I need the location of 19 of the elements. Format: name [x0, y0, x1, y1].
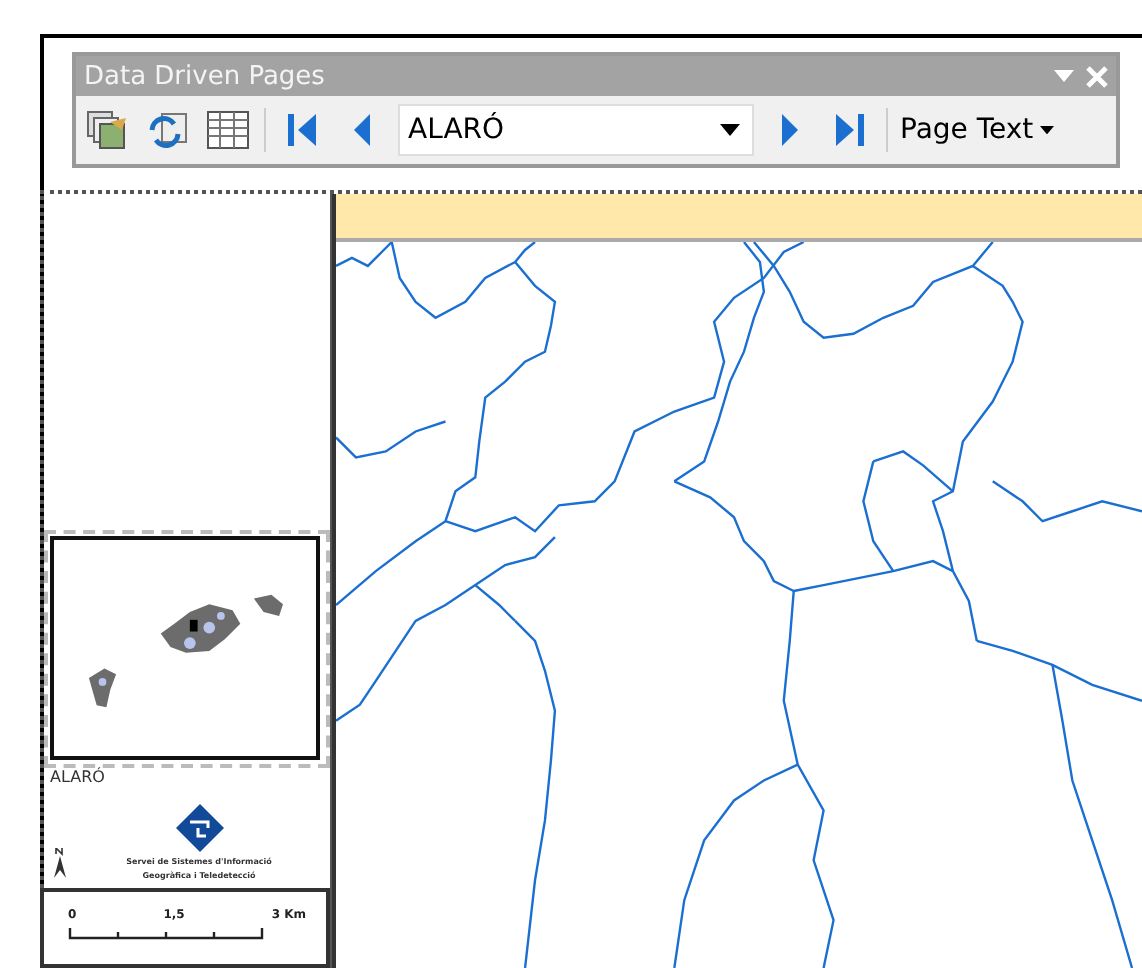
next-icon	[780, 112, 800, 148]
first-page-icon	[286, 112, 318, 148]
logo-icon	[175, 804, 223, 852]
page-text-menu[interactable]: Page Text	[900, 114, 1054, 146]
dropdown-icon	[1054, 70, 1074, 82]
window-title: Data Driven Pages	[84, 61, 327, 91]
setup-pages-button[interactable]	[84, 106, 132, 154]
previous-icon	[352, 112, 372, 148]
refresh-icon	[146, 110, 190, 150]
close-icon[interactable]	[1086, 65, 1108, 87]
pages-icon	[86, 110, 130, 150]
table-button[interactable]	[204, 106, 252, 154]
caret-icon	[1039, 125, 1054, 135]
dropdown-icon	[720, 124, 740, 136]
page-select[interactable]: ALARÓ	[398, 104, 754, 156]
table-icon	[206, 110, 250, 150]
last-page-icon	[834, 112, 866, 148]
north-arrow-icon	[52, 848, 68, 880]
locator-label: ALARÓ	[48, 768, 107, 788]
